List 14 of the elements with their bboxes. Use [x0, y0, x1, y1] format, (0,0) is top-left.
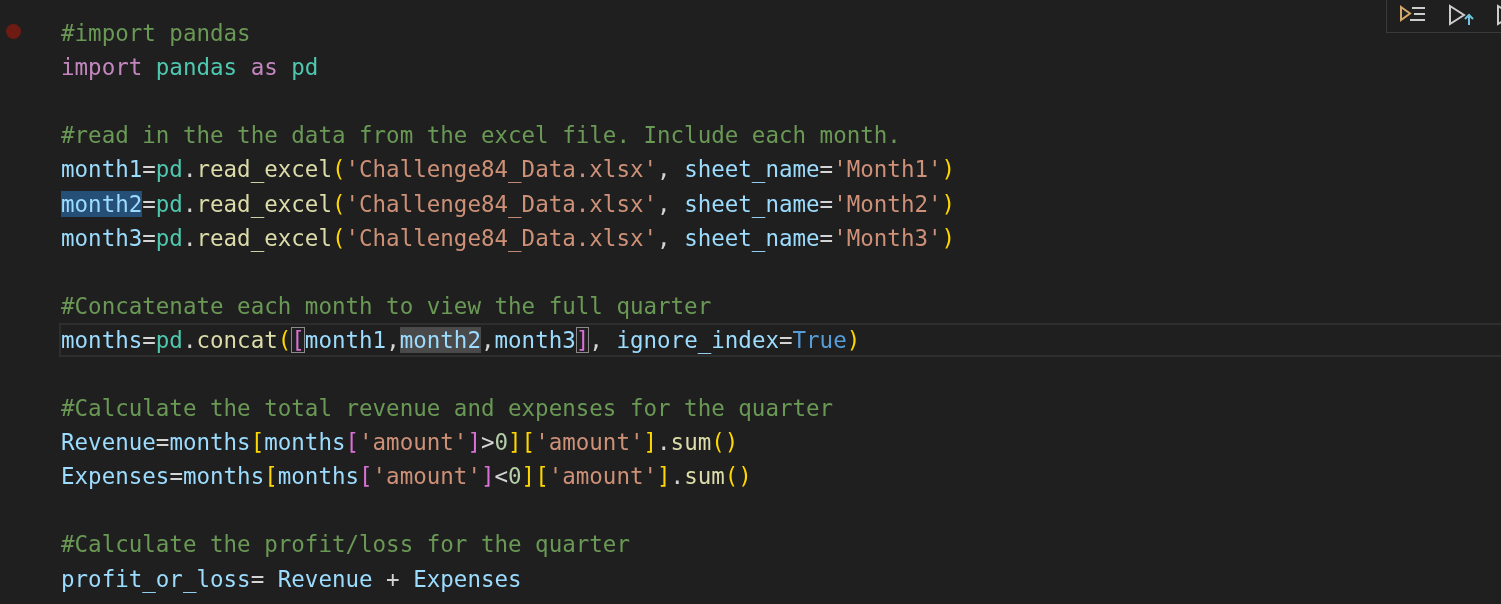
code-line: month3=pd.read_excel('Challenge84_Data.xlsx', sheet_name='Month3') [61, 223, 956, 253]
code-line: Revenue=months[months['amount']>0]['amount'].sum() [61, 428, 739, 458]
code-line: #Calculate the profit/loss for the quarter [61, 530, 630, 560]
code-line: months=pd.concat([month1,month2,month3], ignore_index=True) [61, 325, 861, 355]
code-line: import pandas as pd [61, 53, 319, 83]
code-line: #Calculate the total revenue and expenses for the quarter [61, 394, 834, 424]
code-line: #read in the the data from the excel file. Include each month. [61, 121, 901, 151]
code-line: #import pandas [61, 19, 251, 49]
code-line: month1=pd.read_excel('Challenge84_Data.xlsx', sheet_name='Month1') [61, 155, 956, 185]
code-line: profit_or_loss= Revenue + Expenses [61, 564, 522, 594]
code-line: month2=pd.read_excel('Challenge84_Data.xlsx', sheet_name='Month2') [61, 189, 956, 219]
code-editor[interactable] [0, 0, 1501, 604]
code-line: #Concatenate each month to view the full quarter [61, 291, 712, 321]
code-line: Expenses=months[months['amount']<0]['amount'].sum() [61, 462, 752, 492]
